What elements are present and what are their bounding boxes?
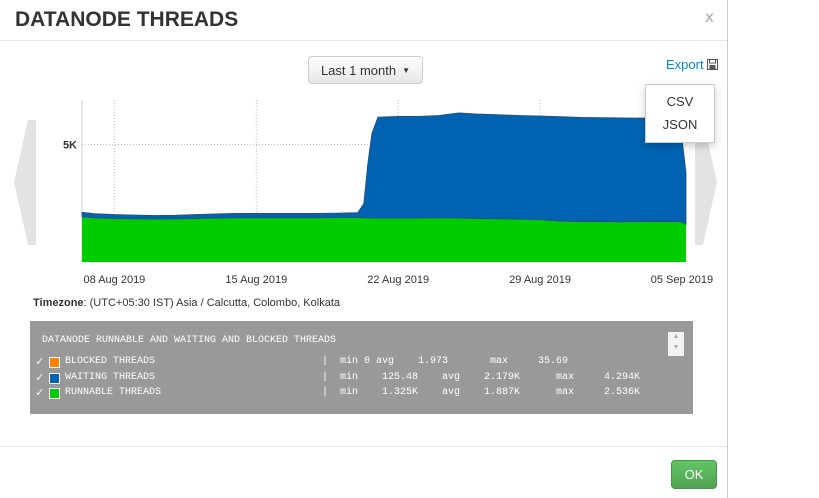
runnable-color-swatch <box>49 388 60 399</box>
legend-series-stats: | min 0 avg 1.973 max 35.69 <box>322 356 569 367</box>
check-icon: ✓ <box>36 355 44 369</box>
legend-series-name: BLOCKED THREADS <box>65 356 156 367</box>
timezone-value: : (UTC+05:30 IST) Asia / Calcutta, Colom… <box>83 297 341 309</box>
y-tick-label: 5K <box>63 140 77 152</box>
waiting-color-swatch <box>49 373 60 384</box>
check-icon: ✓ <box>36 371 44 385</box>
export-menu: CSV JSON <box>645 84 715 143</box>
legend-row-runnable[interactable]: ✓ RUNNABLE THREADS | min 1.325K avg 1.88… <box>36 386 686 401</box>
timezone-label: Timezone <box>33 297 84 309</box>
x-tick-label: 29 Aug 2019 <box>509 274 571 286</box>
dialog-footer-divider <box>0 446 727 447</box>
export-csv-option[interactable]: CSV <box>646 94 714 109</box>
legend-series-stats: | min 125.48 avg 2.179K max 4.294K <box>322 372 641 383</box>
ok-button[interactable]: OK <box>671 460 717 489</box>
timezone-text: Timezone: (UTC+05:30 IST) Asia / Calcutt… <box>33 297 340 309</box>
runnable-threads-area <box>82 216 686 262</box>
blocked-color-swatch <box>49 357 60 368</box>
legend-row-blocked[interactable]: ✓ BLOCKED THREADS | min 0 avg 1.973 max … <box>36 355 686 370</box>
legend-series-name: RUNNABLE THREADS <box>65 387 162 398</box>
datanode-threads-dialog: DATANODE THREADS x Last 1 month ▼ Export… <box>0 0 728 498</box>
legend-series-name: WAITING THREADS <box>65 372 156 383</box>
x-tick-label: 15 Aug 2019 <box>225 274 287 286</box>
legend-row-waiting[interactable]: ✓ WAITING THREADS | min 125.48 avg 2.179… <box>36 371 686 386</box>
check-icon: ✓ <box>36 386 44 400</box>
chart-legend: DATANODE RUNNABLE AND WAITING AND BLOCKE… <box>30 321 693 414</box>
legend-title: DATANODE RUNNABLE AND WAITING AND BLOCKE… <box>42 335 337 346</box>
x-tick-label: 05 Sep 2019 <box>651 274 713 286</box>
x-tick-label: 22 Aug 2019 <box>367 274 429 286</box>
threads-chart: 08 Aug 2019 15 Aug 2019 22 Aug 2019 29 Aug … <box>63 100 713 286</box>
legend-series-stats: | min 1.325K avg 1.887K max 2.536K <box>322 387 641 398</box>
export-json-option[interactable]: JSON <box>646 117 714 132</box>
legend-scroll-buttons[interactable]: ▲ ▼ <box>668 332 684 356</box>
waiting-threads-area <box>81 112 687 226</box>
x-tick-label: 08 Aug 2019 <box>84 274 146 286</box>
